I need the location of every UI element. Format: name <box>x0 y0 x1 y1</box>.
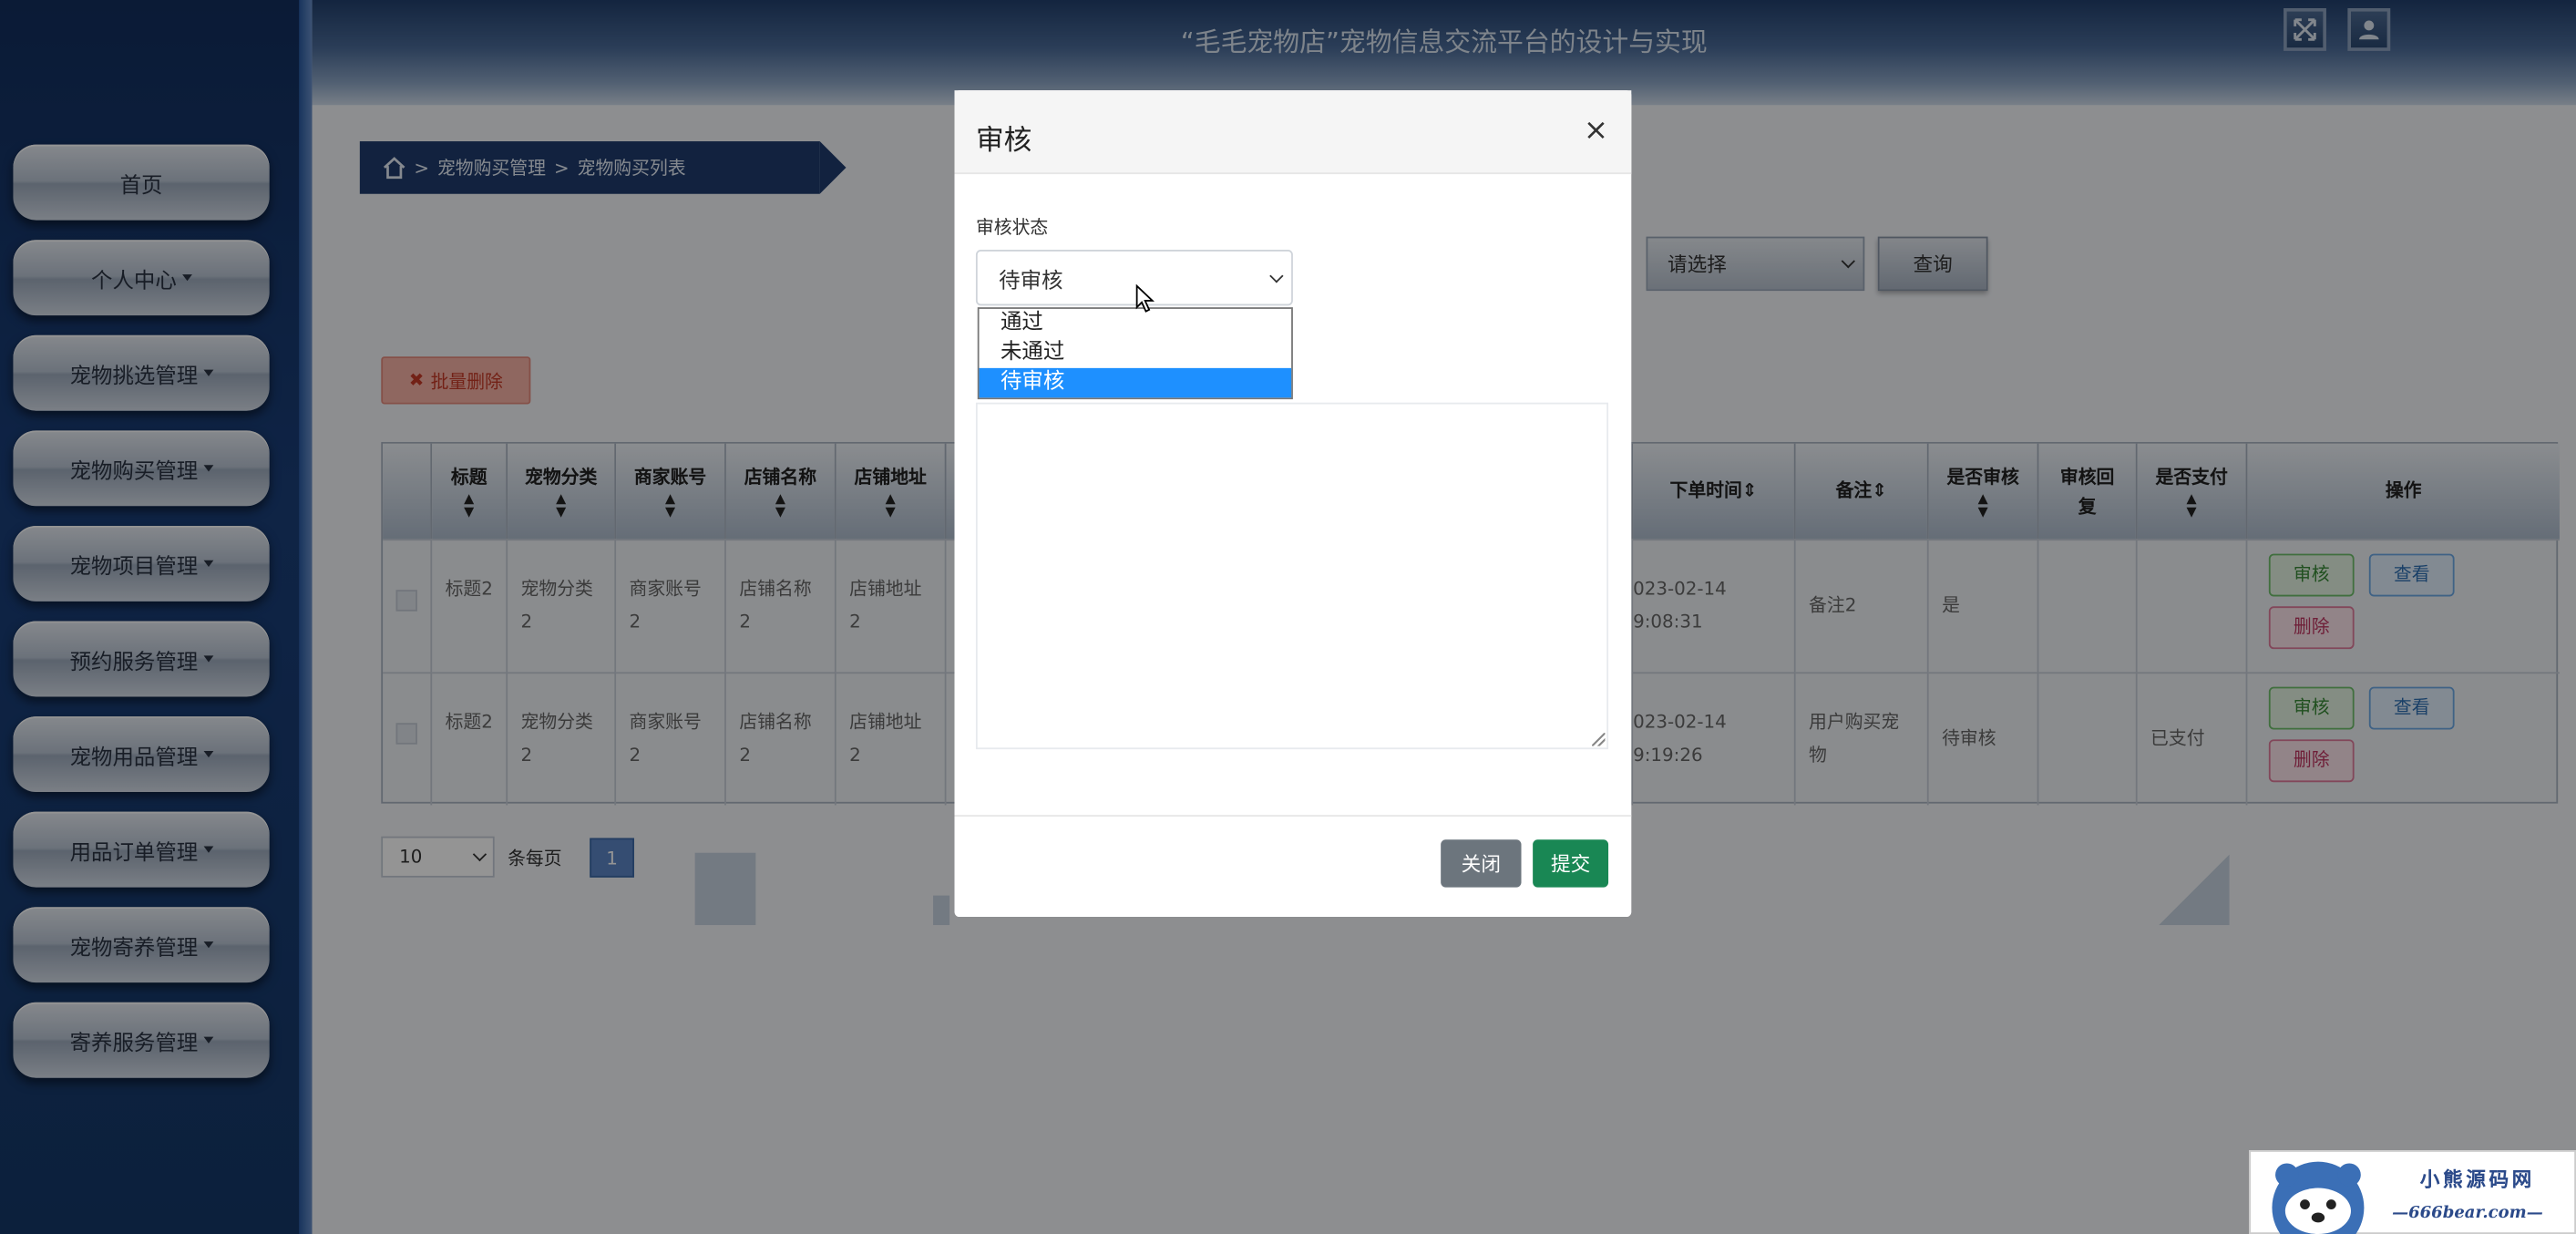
status-dropdown-list: 通过 未通过 待审核 <box>977 307 1293 400</box>
option-pending[interactable]: 待审核 <box>979 367 1292 398</box>
reply-textarea[interactable] <box>975 402 1609 750</box>
modal-header: 审核 × <box>954 90 1632 175</box>
resize-handle[interactable] <box>1592 733 1606 746</box>
audit-modal: 审核 × 审核状态 待审核 关闭 提交 <box>954 90 1632 918</box>
watermark: 小熊源码网 —666bear.com— <box>2249 1150 2576 1234</box>
mouse-cursor-icon <box>1135 283 1155 313</box>
option-rejected[interactable]: 未通过 <box>980 338 1292 367</box>
modal-title: 审核 <box>975 125 1032 159</box>
status-label: 审核状态 <box>975 216 1049 239</box>
watermark-url: —666bear.com— <box>2392 1204 2543 1223</box>
close-icon[interactable]: × <box>1584 113 1608 148</box>
modal-footer-divider <box>954 815 1632 818</box>
chevron-down-icon <box>1269 268 1284 283</box>
watermark-title: 小熊源码网 <box>2419 1167 2535 1192</box>
bear-logo-icon <box>2272 1161 2365 1234</box>
close-button[interactable]: 关闭 <box>1441 839 1522 888</box>
submit-button[interactable]: 提交 <box>1533 839 1609 888</box>
